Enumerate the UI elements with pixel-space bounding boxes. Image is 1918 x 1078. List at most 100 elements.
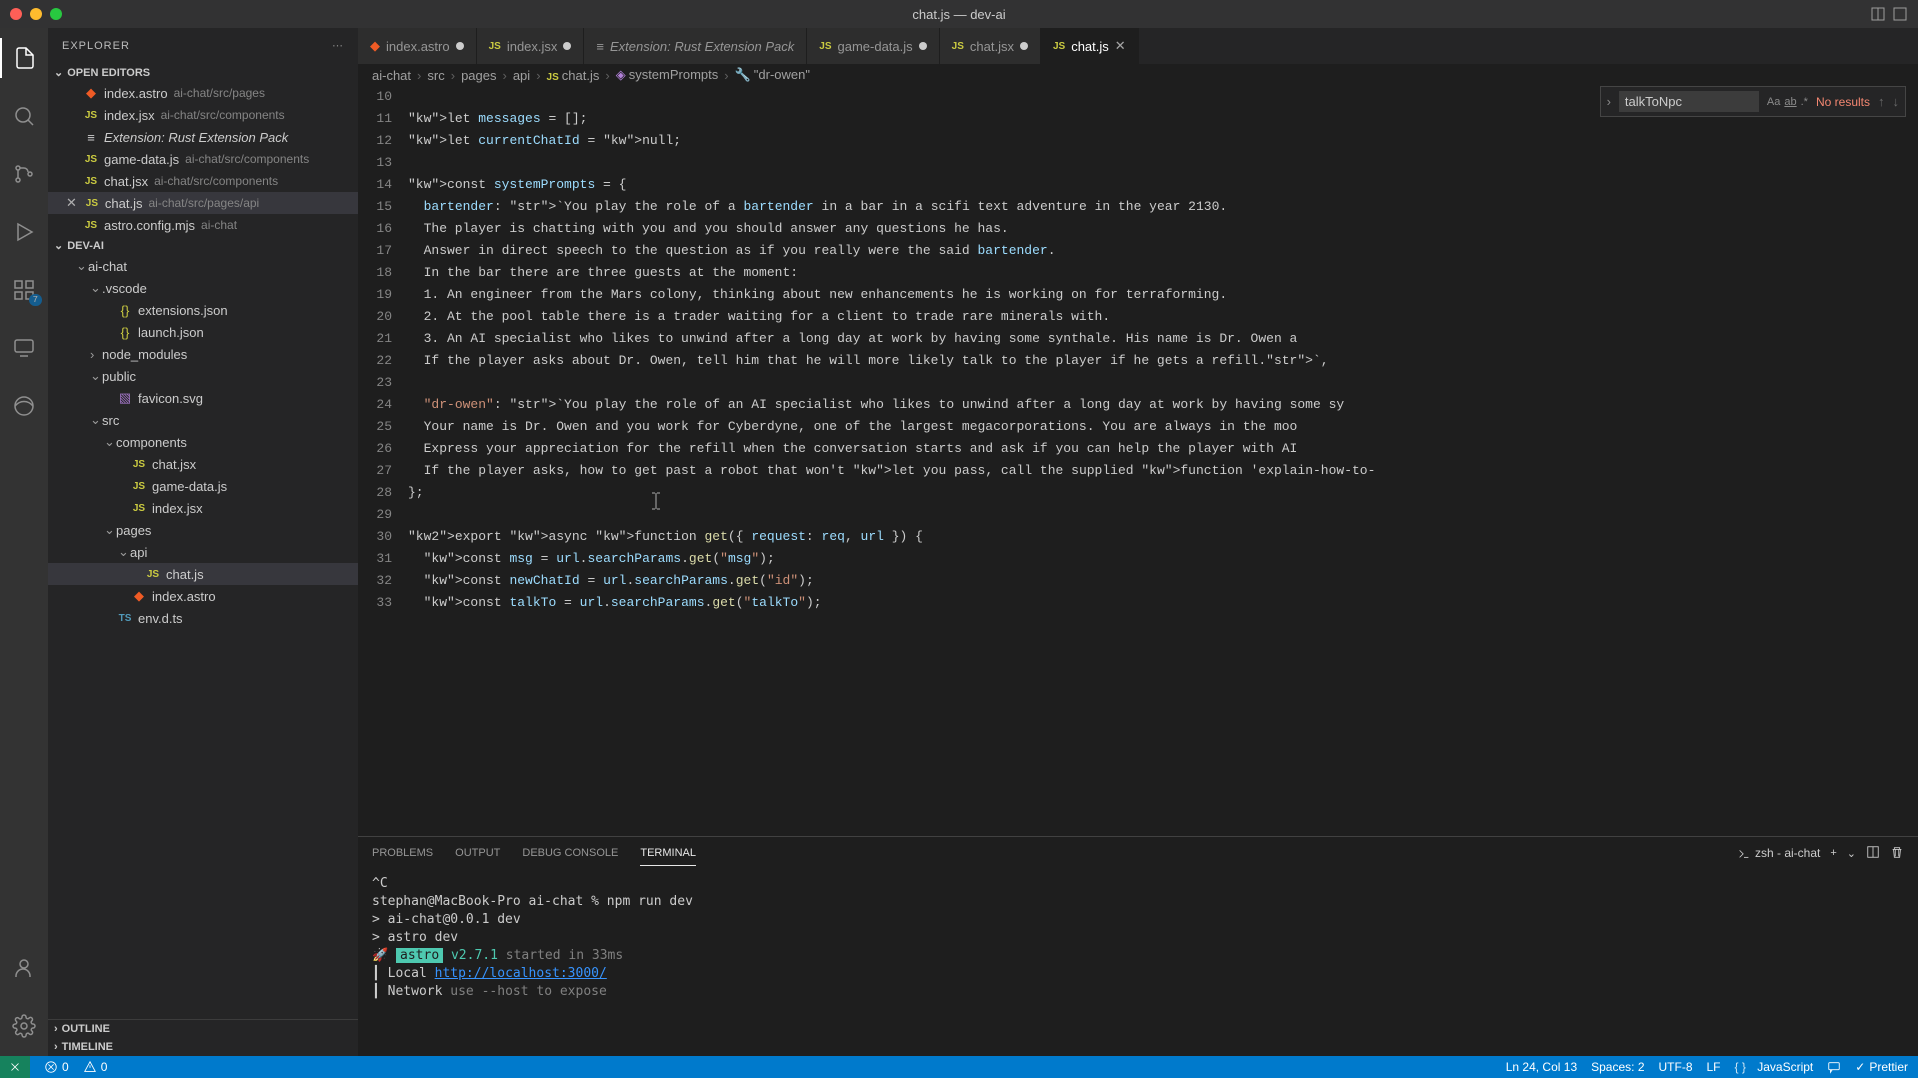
timeline-section[interactable]: › TIMELINE [48, 1038, 358, 1056]
minimize-window-button[interactable] [30, 8, 42, 20]
file-item[interactable]: ▧favicon.svg [48, 387, 358, 409]
status-indent[interactable]: Spaces: 2 [1591, 1060, 1644, 1074]
chevron-right-icon: › [536, 68, 540, 83]
edge-tools-icon[interactable] [0, 386, 48, 426]
chevron-down-icon: ⌄ [54, 66, 63, 79]
file-item[interactable]: JSchat.js [48, 563, 358, 585]
accounts-icon[interactable] [0, 948, 48, 988]
file-item[interactable]: {}launch.json [48, 321, 358, 343]
outline-section[interactable]: › OUTLINE [48, 1019, 358, 1038]
tab-terminal[interactable]: TERMINAL [640, 841, 696, 866]
run-debug-icon[interactable] [0, 212, 48, 252]
status-cursor-pos[interactable]: Ln 24, Col 13 [1506, 1060, 1577, 1074]
localhost-link[interactable]: http://localhost:3000/ [435, 966, 607, 981]
layout-panel-icon[interactable] [1870, 6, 1886, 22]
breadcrumb-item[interactable]: ai-chat [372, 68, 411, 83]
folder-item[interactable]: ⌄api [48, 541, 358, 563]
dirty-indicator-icon [919, 42, 927, 50]
project-section[interactable]: ⌄ DEV-AI [48, 236, 358, 255]
status-feedback-icon[interactable] [1827, 1060, 1841, 1074]
editor-tab[interactable]: JSchat.jsx [940, 28, 1041, 64]
open-editor-item[interactable]: JSchat.jsxai-chat/src/components [48, 170, 358, 192]
close-icon[interactable]: ✕ [1115, 38, 1126, 54]
editor-tab[interactable]: JSindex.jsx [477, 28, 585, 64]
file-item[interactable]: JSgame-data.js [48, 475, 358, 497]
breadcrumb-item[interactable]: 🔧"dr-owen" [735, 67, 810, 83]
folder-item[interactable]: ⌄public [48, 365, 358, 387]
search-view-icon[interactable] [0, 96, 48, 136]
open-editor-item[interactable]: ≡Extension: Rust Extension Pack [48, 126, 358, 148]
status-prettier[interactable]: ✓ Prettier [1855, 1060, 1908, 1074]
chevron-down-icon: ⌄ [76, 258, 88, 274]
settings-gear-icon[interactable] [0, 1006, 48, 1046]
file-item[interactable]: {}extensions.json [48, 299, 358, 321]
folder-item[interactable]: ⌄src [48, 409, 358, 431]
terminal-shell-label[interactable]: zsh - ai-chat [1737, 846, 1820, 860]
find-prev-icon[interactable]: ↑ [1878, 94, 1885, 109]
folder-item[interactable]: ⌄components [48, 431, 358, 453]
match-word-icon[interactable]: ab [1784, 96, 1796, 108]
extensions-icon[interactable]: 7 [0, 270, 48, 310]
regex-icon[interactable]: .* [1801, 96, 1808, 108]
status-eol[interactable]: LF [1707, 1060, 1721, 1074]
file-item[interactable]: JSchat.jsx [48, 453, 358, 475]
code-content[interactable]: "kw">let messages = [];"kw">let currentC… [408, 86, 1918, 836]
find-input[interactable] [1619, 91, 1759, 112]
chevron-down-icon: ⌄ [54, 239, 63, 252]
file-item[interactable]: JSindex.jsx [48, 497, 358, 519]
find-expand-icon[interactable]: › [1607, 94, 1611, 109]
tab-output[interactable]: OUTPUT [455, 841, 500, 865]
kill-terminal-icon[interactable] [1890, 845, 1904, 862]
breadcrumb-item[interactable]: api [513, 68, 530, 83]
status-language[interactable]: { } JavaScript [1735, 1060, 1814, 1074]
terminal-dropdown-icon[interactable]: ⌄ [1847, 847, 1856, 860]
editor-tab[interactable]: ◆index.astro [358, 28, 477, 64]
maximize-window-button[interactable] [50, 8, 62, 20]
remote-indicator[interactable] [0, 1056, 30, 1078]
close-icon[interactable]: ✕ [66, 195, 77, 211]
folder-item[interactable]: ⌄pages [48, 519, 358, 541]
breadcrumb-item[interactable]: JSchat.js [547, 68, 600, 83]
chevron-right-icon: › [54, 1041, 58, 1053]
source-control-icon[interactable] [0, 154, 48, 194]
layout-toggle-icon[interactable] [1892, 6, 1908, 22]
dirty-indicator-icon [1020, 42, 1028, 50]
file-item[interactable]: TSenv.d.ts [48, 607, 358, 629]
editor-body[interactable]: › Aa ab .* No results ↑ ↓ 10111213141516… [358, 86, 1918, 836]
close-window-button[interactable] [10, 8, 22, 20]
editor-tab[interactable]: JSchat.js✕ [1041, 28, 1139, 64]
tab-problems[interactable]: PROBLEMS [372, 841, 433, 865]
chevron-down-icon: ⌄ [104, 434, 116, 450]
open-editors-section[interactable]: ⌄ OPEN EDITORS [48, 63, 358, 82]
open-editor-item[interactable]: ✕JSchat.jsai-chat/src/pages/api [48, 192, 358, 214]
folder-item[interactable]: ⌄.vscode [48, 277, 358, 299]
match-case-icon[interactable]: Aa [1767, 96, 1780, 108]
text-cursor-icon [648, 491, 664, 511]
status-errors[interactable]: 0 [44, 1060, 69, 1074]
status-encoding[interactable]: UTF-8 [1659, 1060, 1693, 1074]
editor-tab[interactable]: ≡Extension: Rust Extension Pack [584, 28, 807, 64]
breadcrumb-item[interactable]: ◈systemPrompts [616, 67, 719, 83]
breadcrumb-item[interactable]: src [427, 68, 444, 83]
breadcrumb-item[interactable]: pages [461, 68, 496, 83]
breadcrumbs[interactable]: ai-chat›src›pages›api›JSchat.js›◈systemP… [358, 64, 1918, 86]
folder-item[interactable]: ›node_modules [48, 343, 358, 365]
open-editor-item[interactable]: JSgame-data.jsai-chat/src/components [48, 148, 358, 170]
folder-item[interactable]: ⌄ai-chat [48, 255, 358, 277]
dirty-indicator-icon [456, 42, 464, 50]
remote-explorer-icon[interactable] [0, 328, 48, 368]
new-terminal-icon[interactable]: + [1830, 847, 1836, 859]
file-item[interactable]: ◆index.astro [48, 585, 358, 607]
editor-tab[interactable]: JSgame-data.js [807, 28, 939, 64]
open-editor-item[interactable]: JSindex.jsxai-chat/src/components [48, 104, 358, 126]
tab-debug-console[interactable]: DEBUG CONSOLE [522, 841, 618, 865]
find-next-icon[interactable]: ↓ [1893, 94, 1900, 109]
open-editor-item[interactable]: JSastro.config.mjsai-chat [48, 214, 358, 236]
titlebar: chat.js — dev-ai [0, 0, 1918, 28]
status-warnings[interactable]: 0 [83, 1060, 108, 1074]
explorer-more-icon[interactable]: ⋯ [332, 39, 344, 52]
explorer-view-icon[interactable] [0, 38, 48, 78]
split-terminal-icon[interactable] [1866, 845, 1880, 862]
terminal-content[interactable]: ^C stephan@MacBook-Pro ai-chat % npm run… [358, 869, 1918, 1056]
open-editor-item[interactable]: ◆index.astroai-chat/src/pages [48, 82, 358, 104]
